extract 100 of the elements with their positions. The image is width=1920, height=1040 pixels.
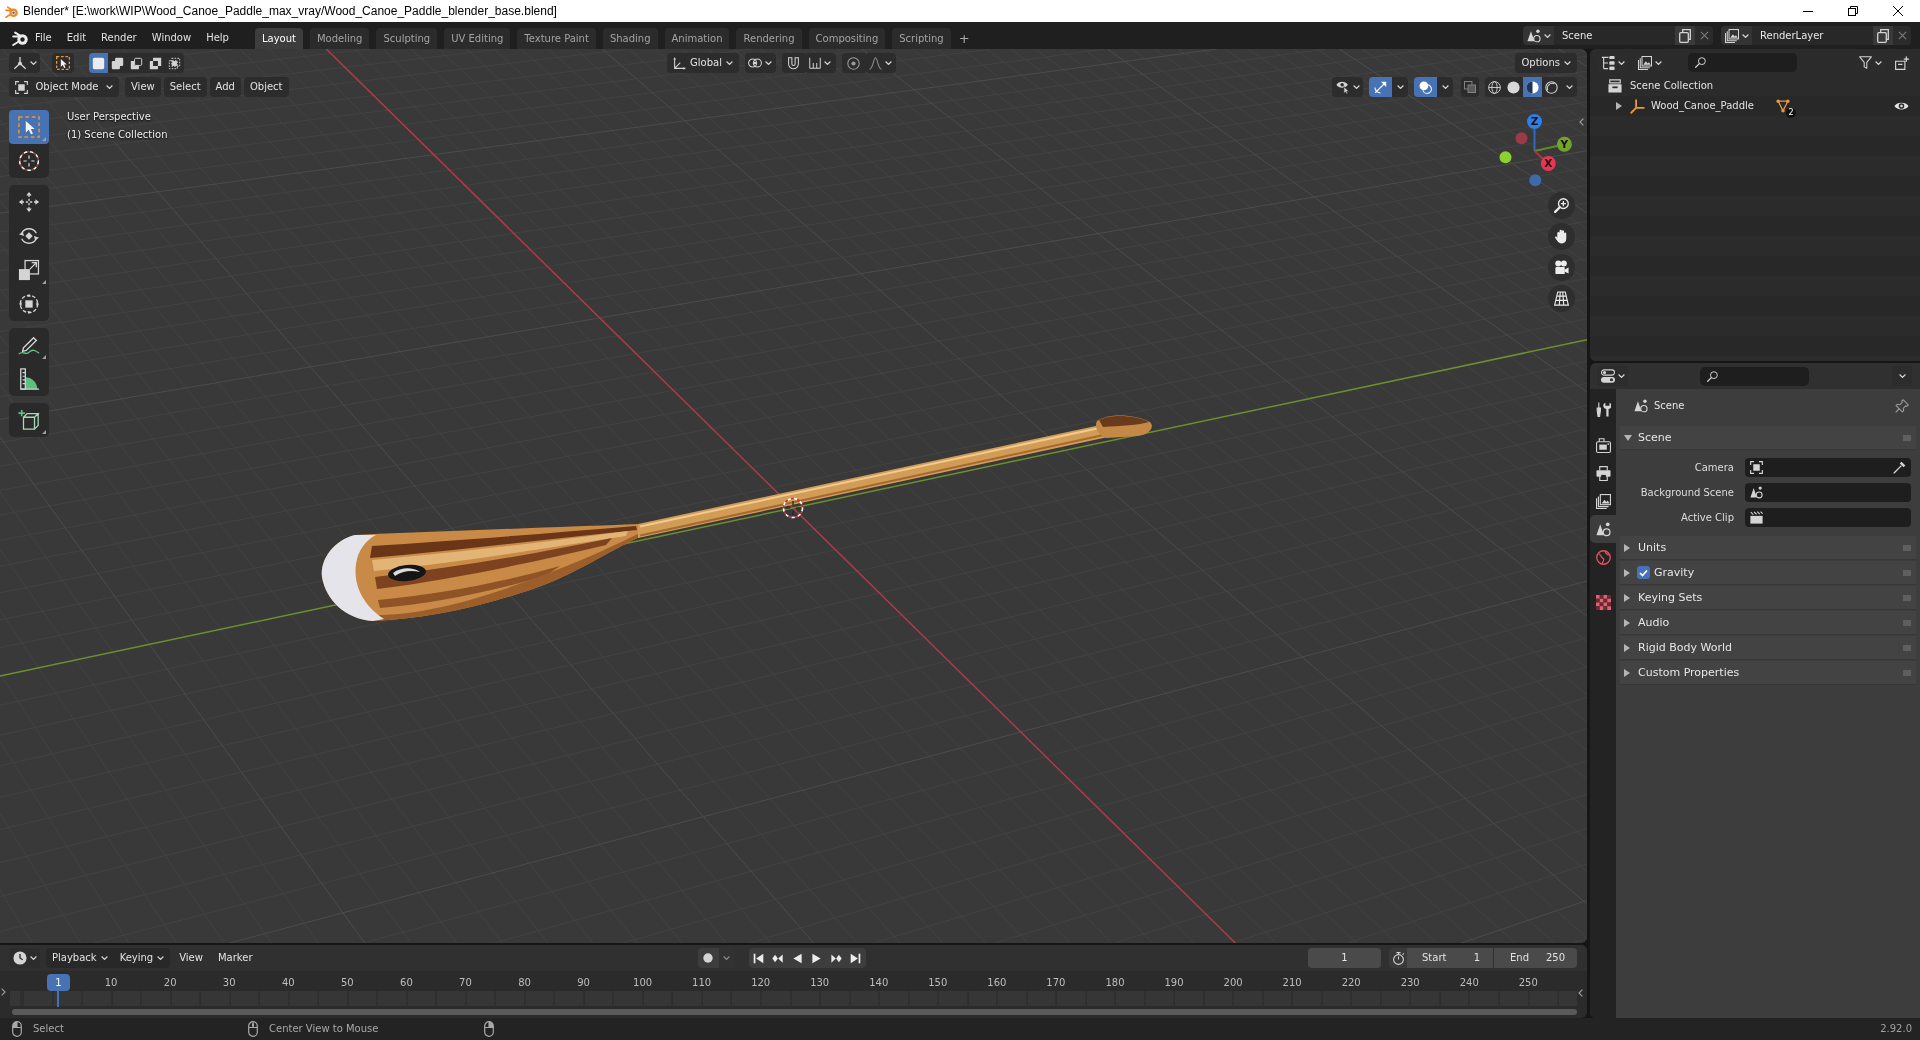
selection-mode-button[interactable] xyxy=(108,53,127,73)
workspace-tab[interactable]: Scripting xyxy=(892,28,951,49)
search-field[interactable] xyxy=(1688,53,1797,72)
axis-ball[interactable]: Z xyxy=(1527,114,1542,129)
tool-button[interactable] xyxy=(9,403,49,437)
end-frame-field[interactable]: End 250 xyxy=(1494,948,1577,968)
falloff-dropdown[interactable] xyxy=(864,53,896,73)
duplicate-button[interactable] xyxy=(1675,26,1695,45)
chevron-right-icon[interactable] xyxy=(1,988,6,996)
view-layer-field[interactable]: RenderLayer xyxy=(1752,26,1873,45)
axis-ball[interactable] xyxy=(1499,151,1512,164)
menu-dropdown[interactable]: Playback xyxy=(46,948,114,968)
menu-dropdown[interactable]: Keying xyxy=(113,948,171,968)
search-field[interactable] xyxy=(1700,366,1809,386)
pin-button[interactable] xyxy=(1894,396,1910,416)
snap-target-dropdown[interactable] xyxy=(804,53,836,73)
snap-toggle[interactable] xyxy=(781,53,805,73)
editor-type-button[interactable] xyxy=(9,948,40,968)
jump-to-end-button[interactable] xyxy=(846,948,866,968)
checkbox[interactable] xyxy=(1637,566,1650,579)
overlay-toggle[interactable] xyxy=(1414,77,1437,97)
options-dropdown[interactable]: Options xyxy=(1515,53,1577,73)
disclosure-triangle-icon[interactable] xyxy=(1616,102,1622,110)
gizmo-toggle[interactable] xyxy=(1369,77,1392,97)
selection-mode-button[interactable] xyxy=(127,53,146,73)
input-field[interactable] xyxy=(1745,458,1911,477)
menu-item[interactable]: Object xyxy=(243,77,289,97)
zoom-button[interactable] xyxy=(1548,192,1575,219)
workspace-tab[interactable]: Shading xyxy=(602,28,658,49)
selection-mode-button[interactable] xyxy=(165,53,184,73)
menu-item[interactable]: View xyxy=(173,948,209,968)
menu-item[interactable]: Help xyxy=(200,28,235,48)
menu-item[interactable]: Add xyxy=(209,77,241,97)
options-dropdown[interactable] xyxy=(1892,366,1912,386)
auto-keying-toggle[interactable] xyxy=(697,948,719,968)
pivot-dropdown[interactable] xyxy=(744,53,776,73)
panel-header[interactable]: Scene xyxy=(1620,426,1916,450)
editor-type-button[interactable] xyxy=(1597,366,1628,386)
shading-mode-button[interactable] xyxy=(1542,77,1561,97)
properties-tab[interactable] xyxy=(1590,515,1616,543)
current-frame-field[interactable]: 1 xyxy=(1308,948,1381,968)
axis-ball[interactable]: Y xyxy=(1556,136,1572,152)
camera-view-button[interactable] xyxy=(1548,254,1575,281)
select-tool-button[interactable] xyxy=(52,53,74,73)
browse-button[interactable] xyxy=(1523,26,1554,45)
selection-mode-button[interactable] xyxy=(146,53,165,73)
menu-item[interactable]: Window xyxy=(145,28,198,48)
panel-header[interactable]: Rigid Body World xyxy=(1620,636,1916,660)
unlink-button[interactable] xyxy=(1893,26,1911,45)
panel-header[interactable]: Units xyxy=(1620,536,1916,560)
panel-header[interactable]: Gravity xyxy=(1620,561,1916,585)
shading-mode-button[interactable] xyxy=(1485,77,1504,97)
orientation-dropdown[interactable]: Global xyxy=(667,53,739,73)
panel-header[interactable]: Audio xyxy=(1620,611,1916,635)
preview-range-toggle[interactable] xyxy=(1389,948,1407,968)
browse-button[interactable] xyxy=(1721,26,1752,45)
axis-ball[interactable]: X xyxy=(1540,155,1556,171)
input-field[interactable] xyxy=(1745,508,1911,527)
input-field[interactable] xyxy=(1745,483,1911,502)
timeline-scrollbar[interactable] xyxy=(12,1009,1577,1015)
menu-item[interactable]: File xyxy=(29,28,58,48)
scene-field[interactable]: Scene xyxy=(1554,26,1675,45)
shading-mode-button[interactable] xyxy=(1504,77,1523,97)
jump-to-start-button[interactable] xyxy=(748,948,768,968)
menu-item[interactable]: View xyxy=(125,77,161,97)
workspace-tab[interactable]: Rendering xyxy=(736,28,802,49)
pan-button[interactable] xyxy=(1548,223,1575,250)
gizmo-options-dropdown[interactable] xyxy=(1392,77,1408,97)
chevron-left-icon[interactable] xyxy=(1579,118,1584,126)
proportional-edit-toggle[interactable] xyxy=(841,53,865,73)
shading-mode-button[interactable] xyxy=(1523,77,1542,97)
workspace-tab[interactable]: Texture Paint xyxy=(517,28,596,49)
add-workspace-button[interactable]: + xyxy=(954,28,974,48)
panel-header[interactable]: Custom Properties xyxy=(1620,661,1916,685)
workspace-tab[interactable]: Compositing xyxy=(808,28,886,49)
workspace-tab[interactable]: Sculpting xyxy=(376,28,438,49)
menu-item[interactable]: Edit xyxy=(60,28,93,48)
playhead-frame[interactable]: 1 xyxy=(47,974,70,991)
editor-type-button[interactable] xyxy=(9,53,40,73)
workspace-tab[interactable]: UV Editing xyxy=(444,28,511,49)
tree-item-label[interactable]: Scene Collection xyxy=(1630,80,1714,92)
duplicate-button[interactable] xyxy=(1873,26,1893,45)
panel-header[interactable]: Keying Sets xyxy=(1620,586,1916,610)
start-frame-field[interactable]: Start 1 xyxy=(1407,948,1493,968)
menu-item[interactable]: Marker xyxy=(211,948,259,968)
workspace-tab[interactable]: Layout xyxy=(254,28,303,49)
menu-item[interactable]: Render xyxy=(95,28,143,48)
tree-item-label[interactable]: Wood_Canoe_Paddle xyxy=(1651,100,1754,112)
projection-button[interactable] xyxy=(1548,285,1575,312)
selection-mode-button[interactable] xyxy=(89,53,108,73)
unlink-button[interactable] xyxy=(1695,26,1713,45)
workspace-tab[interactable]: Modeling xyxy=(309,28,370,49)
mode-dropdown[interactable]: Object Mode xyxy=(9,77,119,97)
menu-item[interactable]: Select xyxy=(163,77,207,97)
xray-toggle[interactable] xyxy=(1461,77,1479,97)
shading-options-dropdown[interactable] xyxy=(1561,77,1577,97)
visibility-dropdown[interactable] xyxy=(1332,77,1363,97)
workspace-tab[interactable]: Animation xyxy=(664,28,730,49)
chevron-left-icon[interactable] xyxy=(1578,989,1583,997)
overlay-options-dropdown[interactable] xyxy=(1437,77,1453,97)
